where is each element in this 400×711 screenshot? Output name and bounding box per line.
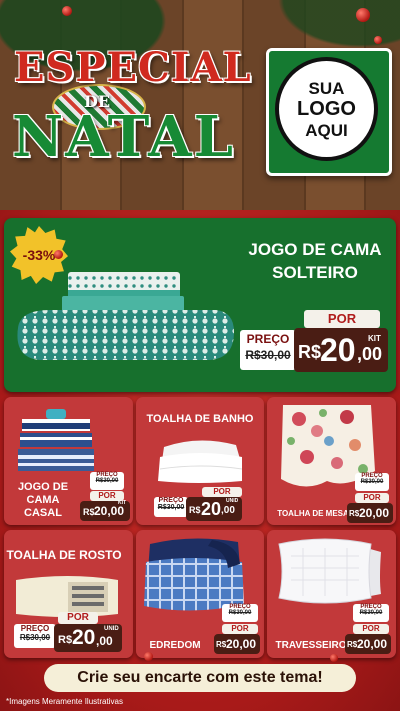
- product-name-line2: CAMA: [26, 494, 60, 506]
- title-especial: ESPECIAL: [14, 44, 252, 91]
- old-price: R$30,00: [228, 610, 252, 616]
- ornament-icon: [54, 250, 63, 259]
- price-unit: KIT: [118, 500, 127, 506]
- product-name: TOALHA DE ROSTO: [6, 548, 122, 562]
- old-price: R$30,00: [359, 610, 383, 616]
- price-int: 20: [72, 626, 96, 649]
- featured-title: JOGO DE CAMA SOLTEIRO: [236, 238, 394, 284]
- logo-text-3: AQUI: [305, 120, 348, 140]
- title-natal: NATAL: [12, 104, 236, 170]
- currency: R$: [189, 505, 201, 515]
- preco-box: PREÇO R$30,00: [222, 604, 258, 622]
- logo-text-2: LOGO: [297, 97, 356, 120]
- old-price: R$30,00: [360, 479, 384, 485]
- preco-box: PREÇO R$30,00: [14, 624, 56, 648]
- preco-box: PREÇO R$30,00: [90, 472, 124, 490]
- por-label: POR: [355, 493, 389, 503]
- logo-text-1: SUA: [308, 78, 345, 98]
- product-price: R$ 20,00 KIT: [80, 500, 130, 521]
- currency: R$: [298, 342, 322, 362]
- ornament-icon: [356, 8, 370, 22]
- product-name-line3: CASAL: [24, 507, 62, 519]
- price: 20,00: [359, 506, 390, 520]
- product-image: [158, 440, 242, 483]
- old-price: R$30,00: [245, 348, 291, 362]
- price-dec: ,00: [96, 634, 113, 648]
- product-name: JOGO DE CAMA CASAL: [8, 481, 78, 520]
- create-flyer-button[interactable]: Crie seu encarte com este tema!: [44, 664, 356, 692]
- product-card-toalha-banho[interactable]: TOALHA DE BANHO POR PREÇO R$30,00 R$ 20 …: [136, 397, 264, 525]
- preco-box: PREÇO R$30,00: [355, 473, 389, 491]
- por-label: POR: [202, 487, 242, 497]
- por-label: POR: [353, 624, 389, 634]
- price-int: 20: [320, 332, 356, 368]
- old-price: R$30,00: [157, 504, 185, 511]
- logo-placeholder[interactable]: SUA LOGO AQUI: [266, 48, 392, 176]
- preco-label: PREÇO: [246, 332, 290, 346]
- product-card-toalha-rosto[interactable]: TOALHA DE ROSTO POR PREÇO R$30,00 R$ 20 …: [4, 530, 133, 658]
- product-image: [18, 409, 94, 471]
- price-dec: ,00: [221, 505, 235, 516]
- product-price: R$ 20,00: [345, 634, 391, 654]
- price: 20,00: [94, 504, 125, 518]
- por-label: POR: [304, 310, 380, 328]
- product-card-travesseiro[interactable]: PREÇO R$30,00 POR TRAVESSEIRO R$ 20,00: [267, 530, 396, 658]
- ornament-icon: [62, 6, 72, 16]
- price-unit: UNID: [104, 626, 119, 632]
- product-card-toalha-mesa[interactable]: PREÇO R$30,00 POR TOALHA DE MESA R$ 20,0…: [267, 397, 396, 525]
- product-price: R$ 20,00: [214, 634, 260, 654]
- preco-box: PREÇO R$30,00: [154, 497, 188, 517]
- price: 20,00: [357, 637, 388, 651]
- product-price: R$ 20 ,00 UNID: [186, 497, 242, 521]
- disclaimer-text: *Imagens Meramente Ilustrativas: [6, 697, 123, 706]
- featured-price: R$ 20 ,00 KIT: [294, 328, 388, 372]
- product-name: TRAVESSEIRO: [275, 640, 347, 651]
- preco-label: PREÇO: [20, 624, 50, 633]
- product-name: TOALHA DE MESA: [277, 509, 349, 518]
- old-price: R$30,00: [95, 478, 119, 484]
- price: 20,00: [226, 637, 257, 651]
- currency: R$: [58, 634, 73, 646]
- por-label: POR: [222, 624, 258, 634]
- product-name: TOALHA DE BANHO: [146, 413, 254, 425]
- featured-title-line1: JOGO DE CAMA: [248, 240, 382, 259]
- product-image: [278, 538, 381, 604]
- preco-label: PREÇO: [158, 497, 184, 504]
- product-name: EDREDOM: [149, 640, 201, 651]
- product-price: R$ 20 ,00 UNID: [54, 624, 122, 652]
- product-price: R$ 20,00: [347, 503, 393, 523]
- old-price: R$30,00: [19, 633, 51, 642]
- currency: R$: [347, 640, 358, 649]
- currency: R$: [216, 640, 227, 649]
- preco-box: PREÇO R$30,00: [353, 604, 389, 622]
- logo-circle: SUA LOGO AQUI: [275, 57, 378, 161]
- product-card-edredom[interactable]: PREÇO R$30,00 POR EDREDOM R$ 20,00: [136, 530, 264, 658]
- discount-text: -33%: [22, 247, 56, 263]
- ornament-icon: [374, 36, 382, 44]
- currency: R$: [349, 509, 360, 518]
- currency: R$: [83, 507, 95, 517]
- price-unit: UNID: [226, 498, 239, 504]
- ornament-icon: [144, 652, 153, 661]
- ornament-icon: [330, 654, 338, 662]
- featured-product-image: [17, 272, 234, 360]
- preco-box: PREÇO R$30,00: [240, 330, 296, 370]
- product-card-jogo-casal[interactable]: JOGO DE CAMA CASAL PREÇO R$30,00 POR R$ …: [4, 397, 133, 525]
- price-dec: ,00: [357, 344, 383, 364]
- product-name-line1: JOGO DE: [17, 481, 69, 493]
- price-unit: KIT: [368, 334, 381, 343]
- por-label: POR: [58, 612, 98, 624]
- featured-title-line2: SOLTEIRO: [272, 263, 358, 282]
- price-int: 20: [201, 499, 222, 519]
